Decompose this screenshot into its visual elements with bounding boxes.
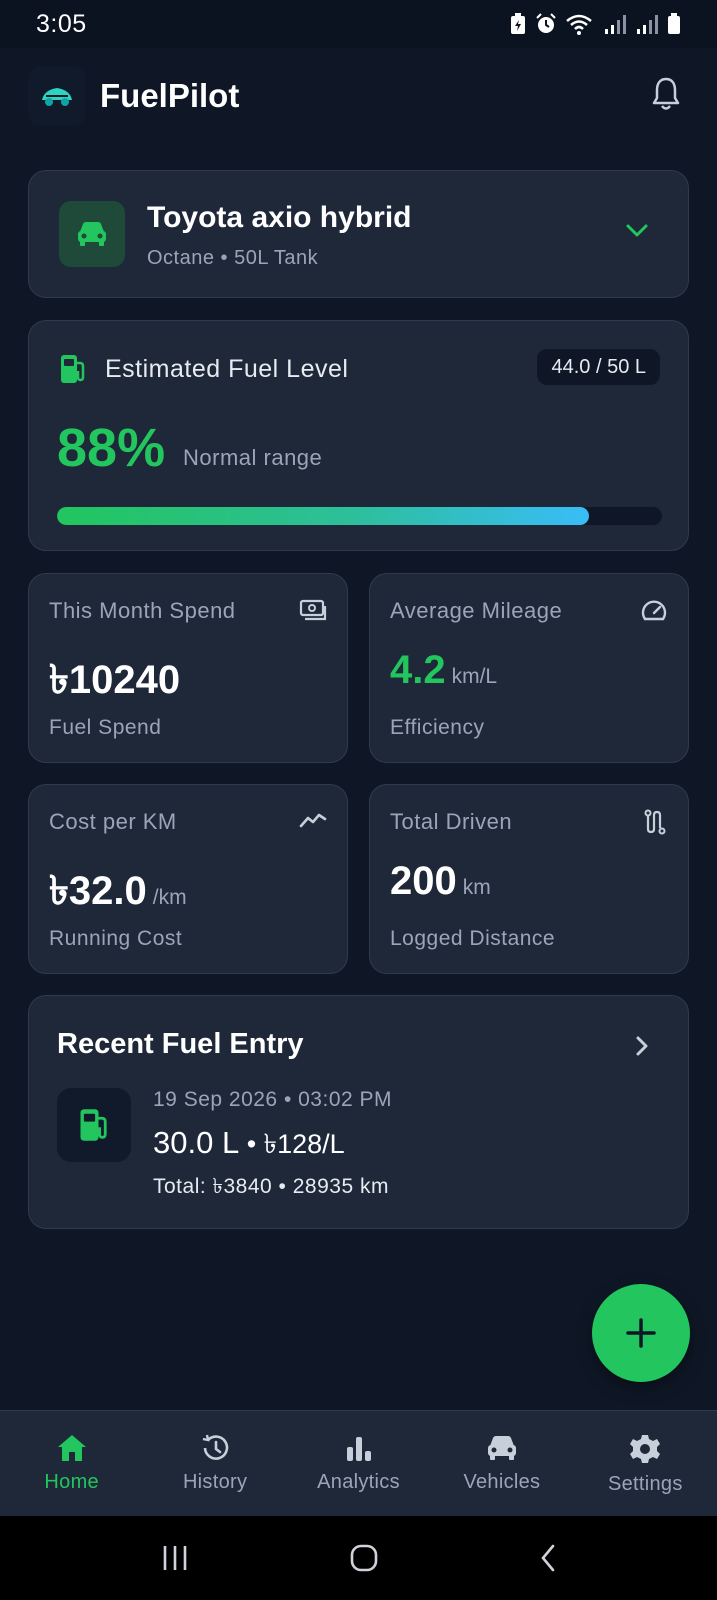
fuel-progress-fill — [57, 507, 590, 525]
stat-cost-per-km[interactable]: Cost per KM ৳32.0/km Running Cost — [28, 784, 348, 974]
mileage-number: 4.2 — [390, 648, 446, 692]
recent-fuel-entry-card[interactable]: Recent Fuel Entry 19 Sep 2026 • 03:02 PM… — [28, 995, 689, 1229]
app-title: FuelPilot — [100, 77, 240, 114]
stat-sub: Fuel Spend — [49, 716, 162, 739]
status-bar: 3:05 — [0, 0, 717, 48]
fuel-pump-icon — [61, 355, 85, 383]
recent-entry-rate: • ৳128/L — [239, 1129, 345, 1159]
signal-icon — [605, 15, 626, 34]
battery-icon — [668, 13, 680, 34]
recent-entry-avatar — [57, 1088, 131, 1162]
nav-vehicles[interactable]: Vehicles — [430, 1411, 573, 1516]
nav-label: Settings — [607, 1473, 683, 1495]
trend-up-icon — [299, 813, 327, 828]
stat-value: ৳32.0/km — [49, 859, 187, 926]
recent-entry-total: Total: ৳3840 • 28935 km — [153, 1175, 389, 1198]
fuel-pump-icon — [80, 1109, 107, 1141]
stat-value: ৳10240 — [49, 658, 181, 702]
stat-unit: /km — [152, 886, 187, 909]
recent-entry-liters: 30.0 L — [153, 1125, 240, 1160]
vehicle-details: Octane • 50L Tank — [147, 247, 319, 269]
distance-number: 200 — [390, 859, 457, 903]
stat-label: Cost per KM — [49, 809, 177, 834]
gear-icon — [630, 1435, 661, 1463]
notification-bell-icon[interactable] — [651, 76, 681, 112]
vehicle-selector[interactable]: Toyota axio hybrid Octane • 50L Tank — [28, 170, 689, 298]
recent-entry-title: Recent Fuel Entry — [57, 1028, 304, 1060]
fuel-level-card: Estimated Fuel Level 44.0 / 50 L 88% Nor… — [28, 320, 689, 551]
app-header: FuelPilot — [0, 48, 717, 144]
stat-label: Average Mileage — [390, 598, 563, 623]
stat-unit: km — [462, 876, 491, 899]
car-icon — [78, 222, 106, 246]
analytics-icon — [346, 1437, 371, 1461]
route-icon — [644, 809, 666, 835]
stat-sub: Running Cost — [49, 927, 183, 950]
history-icon — [202, 1434, 229, 1460]
nav-analytics[interactable]: Analytics — [287, 1411, 430, 1516]
stat-unit: km/L — [451, 665, 498, 688]
vehicle-avatar — [59, 201, 125, 267]
add-entry-button[interactable] — [592, 1284, 690, 1382]
home-icon — [57, 1435, 86, 1461]
stat-month-spend[interactable]: This Month Spend ৳10240 Fuel Spend — [28, 573, 348, 763]
back-icon[interactable] — [538, 1543, 558, 1573]
stat-average-mileage[interactable]: Average Mileage 4.2 km/L Efficiency — [369, 573, 689, 763]
fuel-status: Normal range — [183, 445, 323, 470]
fuel-percent: 88% — [57, 418, 166, 478]
home-circle-icon[interactable] — [349, 1543, 379, 1573]
app-logo — [28, 67, 86, 125]
signal-icon-2 — [637, 15, 658, 34]
stat-sub: Logged Distance — [390, 927, 556, 950]
nav-label: Analytics — [317, 1471, 400, 1493]
stat-sub: Efficiency — [390, 716, 485, 739]
system-navigation-bar — [0, 1516, 717, 1600]
stat-value: 200 km — [390, 859, 491, 904]
status-time: 3:05 — [36, 9, 87, 38]
status-icons — [509, 13, 681, 35]
car-logo-icon — [42, 88, 72, 106]
cost-number: ৳32.0 — [49, 869, 147, 913]
vehicle-name: Toyota axio hybrid — [147, 201, 412, 234]
wifi-icon — [566, 14, 592, 35]
money-icon — [299, 599, 327, 621]
nav-label: Home — [44, 1471, 99, 1493]
nav-home[interactable]: Home — [0, 1411, 143, 1516]
stat-label: Total Driven — [390, 809, 513, 834]
nav-history[interactable]: History — [143, 1411, 286, 1516]
nav-label: Vehicles — [463, 1471, 541, 1493]
nav-settings[interactable]: Settings — [574, 1411, 717, 1516]
fuel-progress-bar — [57, 507, 662, 525]
fuel-level-title: Estimated Fuel Level — [105, 355, 349, 383]
plus-icon — [626, 1318, 656, 1348]
capacity-badge: 44.0 / 50 L — [537, 349, 660, 385]
chevron-right-icon[interactable] — [634, 1034, 650, 1058]
recent-apps-icon[interactable] — [160, 1544, 190, 1572]
bottom-navigation: Home History Analytics Vehicles Settings — [0, 1410, 717, 1516]
nav-label: History — [182, 1471, 248, 1493]
recent-entry-amount: 30.0 L • ৳128/L — [153, 1124, 345, 1169]
speedometer-icon — [641, 600, 667, 621]
battery-saver-icon — [511, 13, 525, 34]
stat-total-driven[interactable]: Total Driven 200 km Logged Distance — [369, 784, 689, 974]
alarm-icon — [536, 13, 556, 33]
chevron-down-icon[interactable] — [624, 221, 650, 239]
car-icon — [487, 1436, 516, 1460]
stat-label: This Month Spend — [49, 598, 236, 623]
stat-value: 4.2 km/L — [390, 648, 497, 693]
recent-entry-date: 19 Sep 2026 • 03:02 PM — [153, 1088, 393, 1111]
